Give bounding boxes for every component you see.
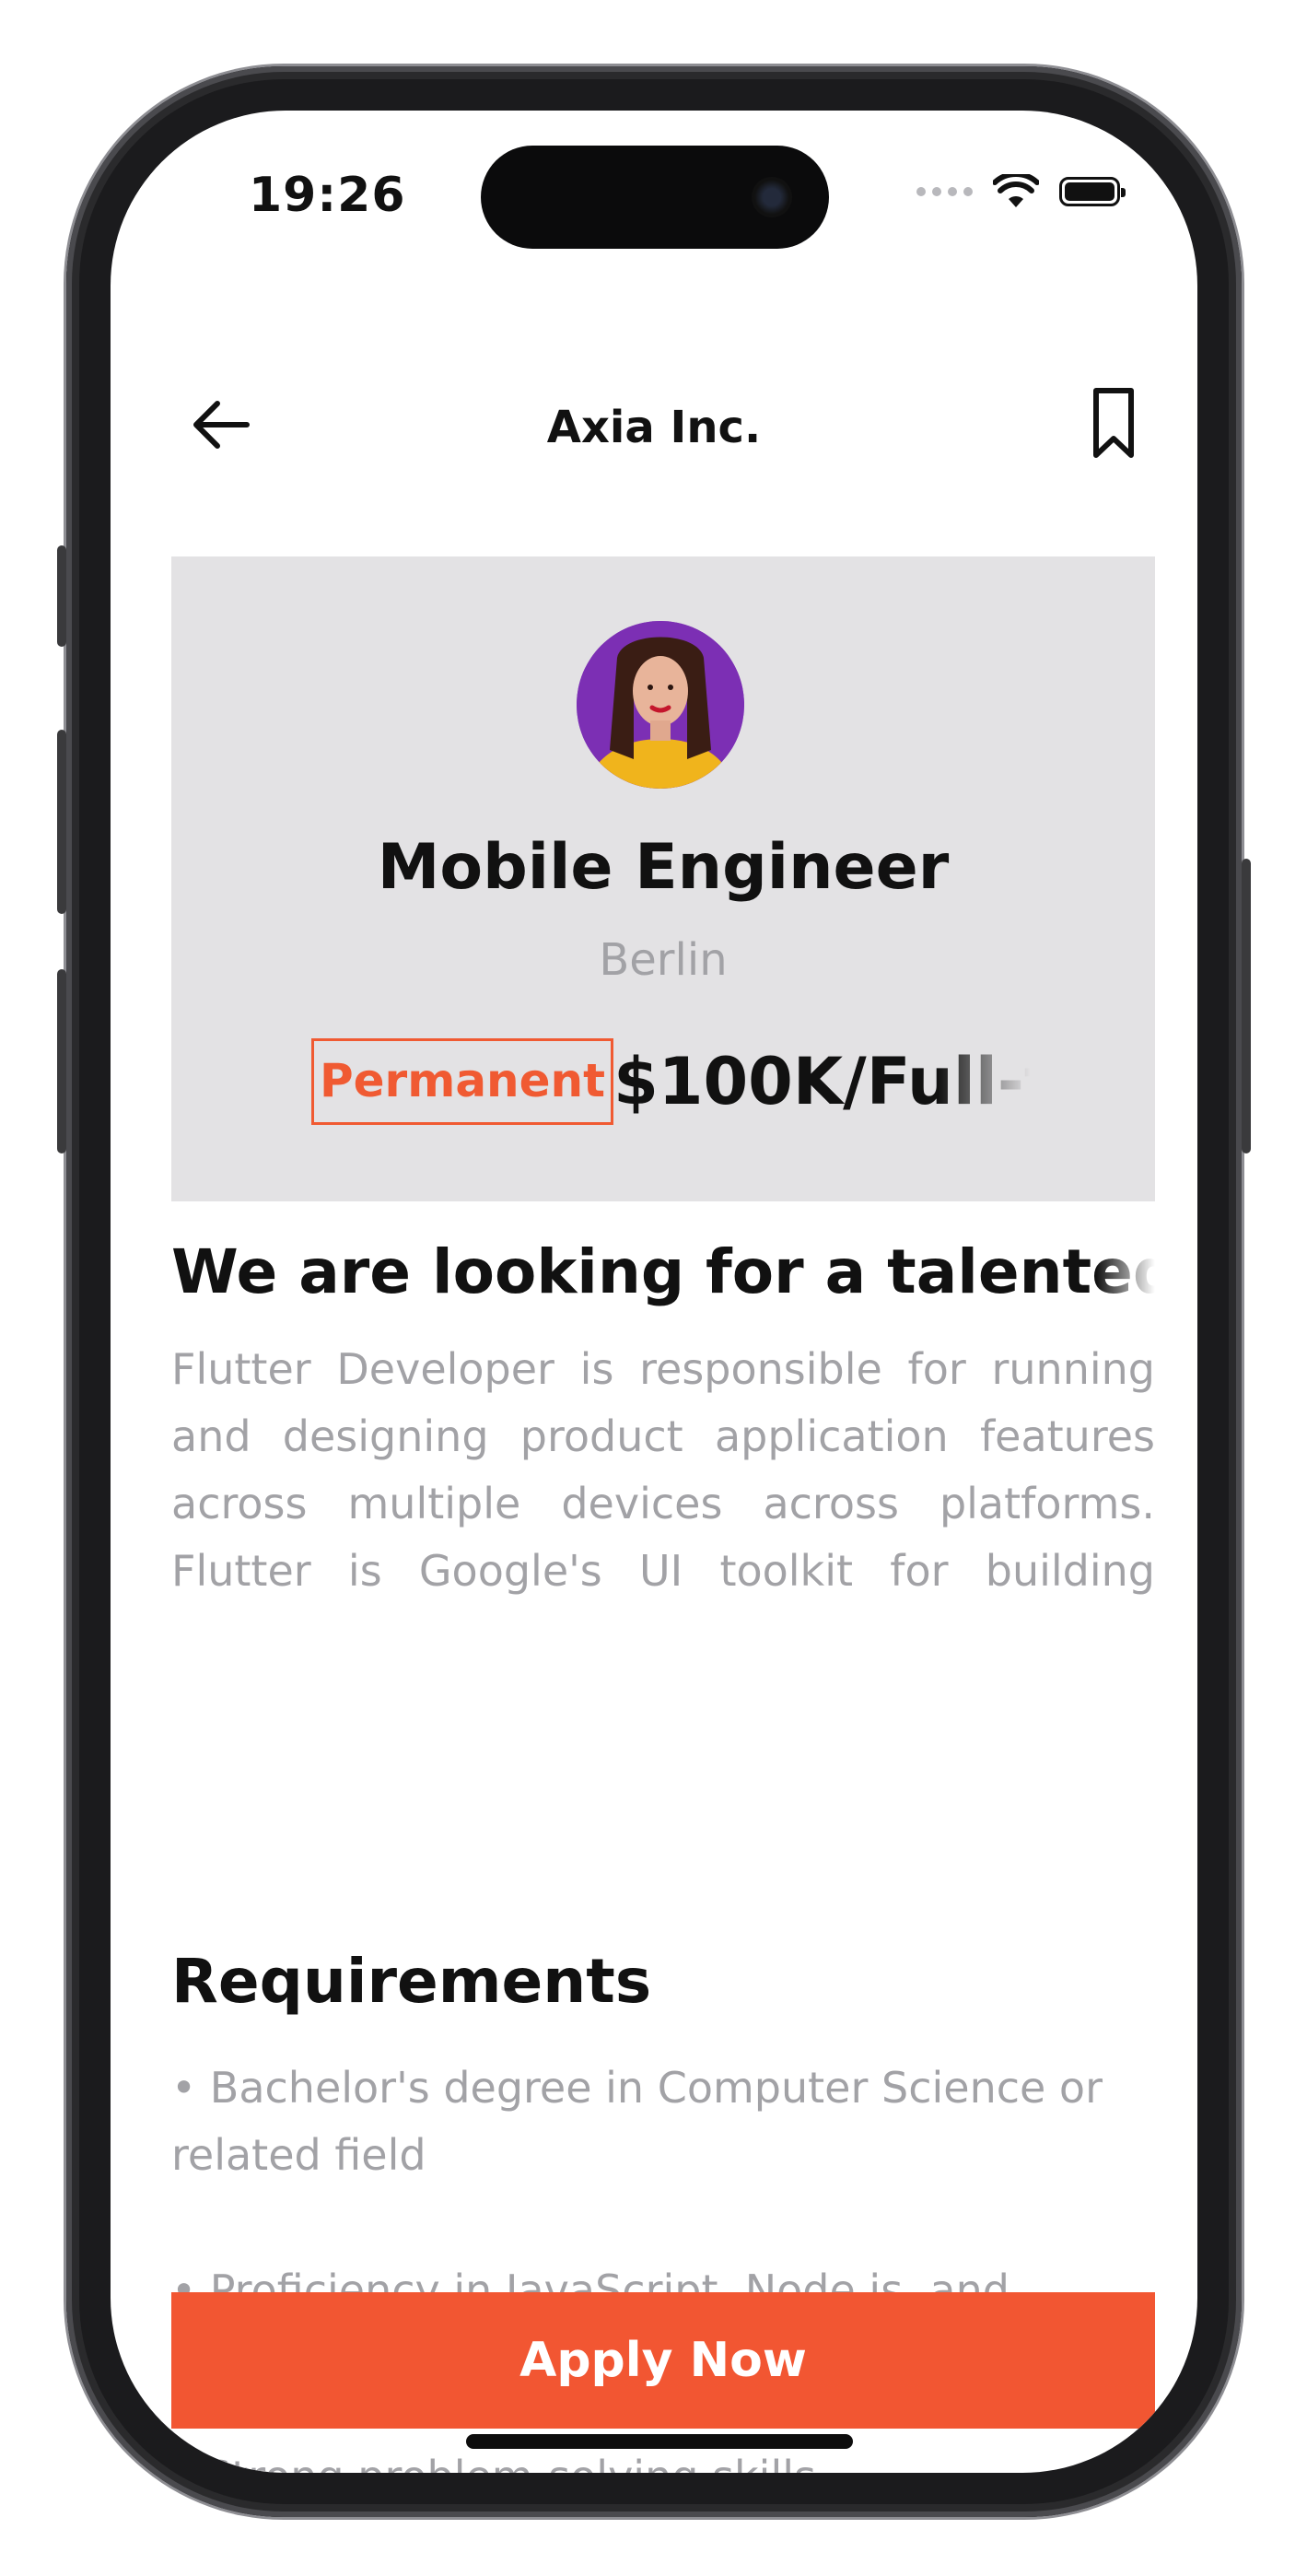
bookmark-icon (1093, 388, 1134, 458)
avatar-portrait (577, 621, 744, 789)
description-text: Flutter Developer is responsible for run… (171, 1344, 1155, 1596)
description-heading: We are looking for a talented (171, 1236, 1155, 1307)
volume-down-button (57, 969, 66, 1153)
dynamic-island (481, 146, 829, 249)
action-button (57, 545, 66, 647)
list-item: • Bachelor's degree in Computer Science … (171, 2063, 1103, 2180)
salary-container: $100K/Full-time (613, 1044, 1030, 1119)
signal-dots-icon (916, 187, 973, 196)
status-time: 19:26 (249, 168, 406, 223)
requirements-list: • Bachelor's degree in Computer Science … (171, 2055, 1155, 2473)
battery-icon (1059, 177, 1126, 206)
employment-type-badge: Permanent (311, 1038, 614, 1125)
home-indicator[interactable] (466, 2434, 853, 2449)
wifi-icon (993, 174, 1039, 207)
job-location: Berlin (599, 934, 728, 986)
job-title: Mobile Engineer (377, 831, 950, 904)
device-frame: 19:26 Axia Inc. Mobile Engineer Berlin P… (57, 66, 1251, 2517)
avatar (577, 621, 744, 789)
requirements-heading: Requirements (171, 1946, 652, 2017)
status-indicators (916, 164, 1126, 219)
company-title: Axia Inc. (546, 402, 762, 453)
job-tags: Permanent $100K/Full-time (311, 1036, 1030, 1128)
volume-up-button (57, 730, 66, 914)
bookmark-button[interactable] (1081, 385, 1146, 463)
apply-now-button[interactable]: Apply Now (171, 2292, 1155, 2429)
app-bar: Axia Inc. (111, 369, 1197, 479)
salary-text: $100K/Full-time (613, 1044, 1030, 1119)
job-header-card: Mobile Engineer Berlin Permanent $100K/F… (171, 556, 1155, 1201)
power-button (1242, 859, 1251, 1153)
screen: 19:26 Axia Inc. Mobile Engineer Berlin P… (111, 111, 1197, 2473)
camera-icon (752, 177, 792, 217)
